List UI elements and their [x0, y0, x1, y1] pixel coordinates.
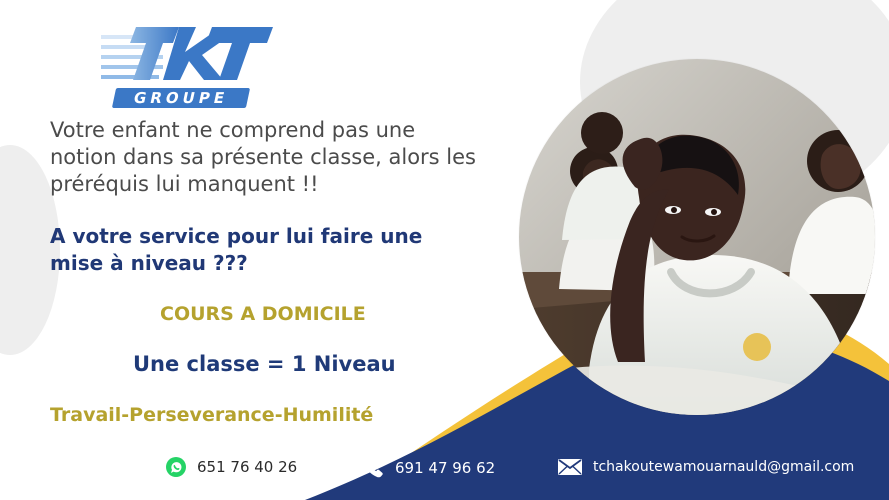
- email-contact[interactable]: tchakoutewamouarnauld@gmail.com: [557, 457, 854, 477]
- whatsapp-icon: [165, 456, 187, 478]
- classroom-illustration: [519, 59, 875, 415]
- service-line-1: A votre service pour lui faire une: [50, 224, 423, 248]
- whatsapp-number[interactable]: 651 76 40 26: [197, 457, 297, 477]
- phone-icon: [363, 457, 385, 479]
- intro-line-2: notion dans sa présente classe, alors le…: [50, 145, 476, 169]
- logo-text: KT: [191, 58, 210, 77]
- whatsapp-contact[interactable]: 651 76 40 26: [165, 456, 297, 478]
- email-address[interactable]: tchakoutewamouarnauld@gmail.com: [593, 457, 854, 477]
- phone-number[interactable]: 691 47 96 62: [395, 458, 495, 478]
- intro-line-1: Votre enfant ne comprend pas une: [50, 118, 416, 142]
- home-courses-title: COURS A DOMICILE: [160, 303, 366, 325]
- email-icon: [557, 457, 583, 477]
- intro-text: Votre enfant ne comprend pas une notion …: [50, 117, 520, 198]
- intro-line-3: préréquis lui manquent !!: [50, 172, 319, 196]
- class-level-text: Une classe = 1 Niveau: [133, 352, 396, 376]
- flyer-page: KT GROUPE Votre enfant ne comprend pas u…: [0, 0, 889, 500]
- students-photo: [519, 59, 875, 415]
- motto-text: Travail-Perseverance-Humilité: [50, 404, 374, 426]
- phone-contact[interactable]: 691 47 96 62: [363, 457, 495, 479]
- logo-badge: GROUPE: [111, 88, 251, 108]
- service-line-2: mise à niveau ???: [50, 251, 248, 275]
- service-text: A votre service pour lui faire une mise …: [50, 223, 480, 277]
